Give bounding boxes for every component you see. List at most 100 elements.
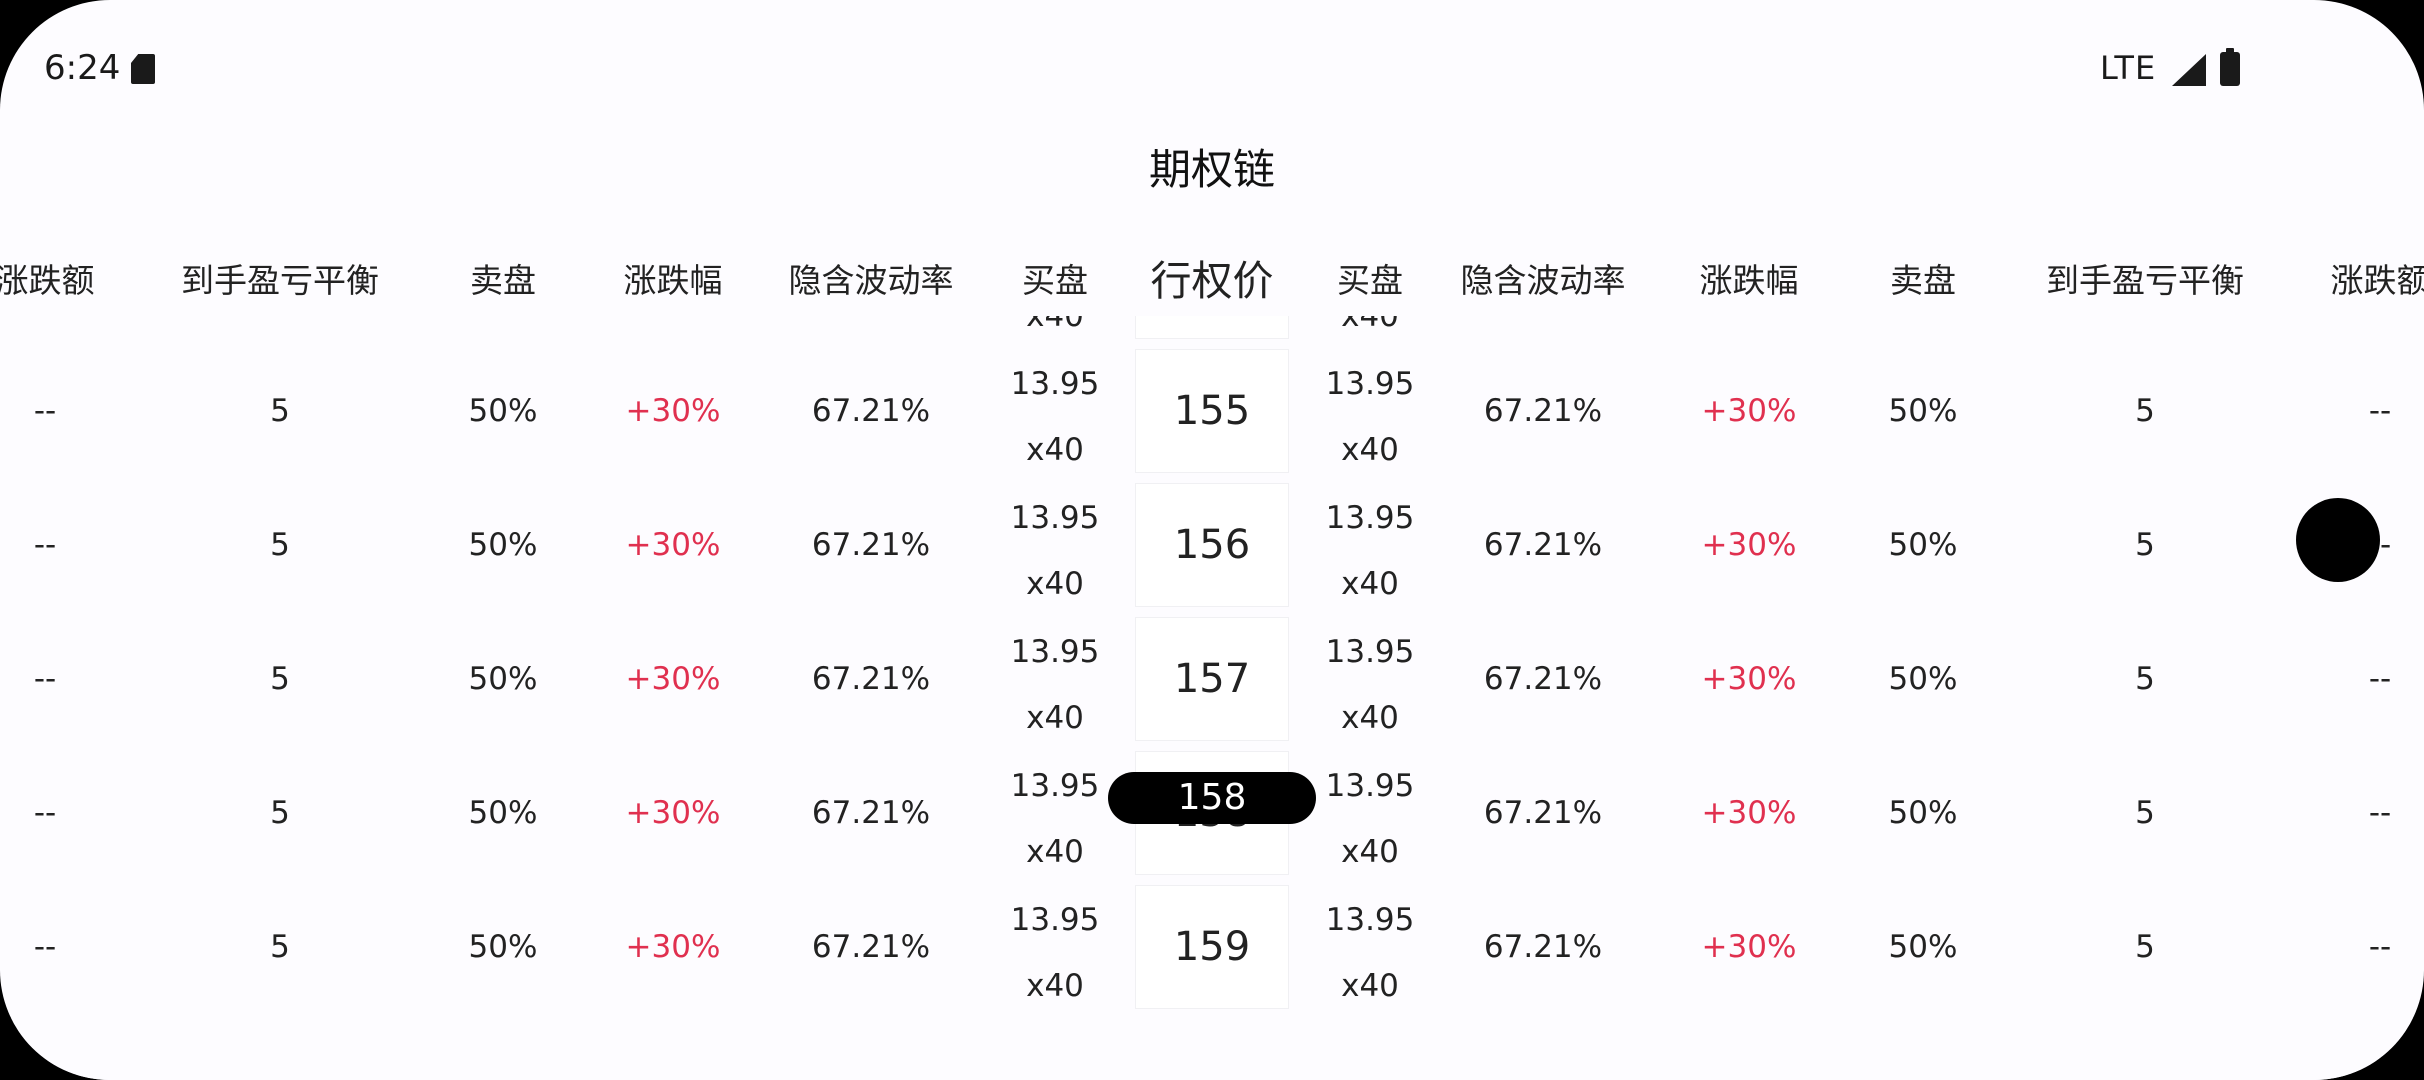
col-left-iv[interactable]: 隐含波动率	[789, 246, 954, 316]
call-change-pct: +30%	[625, 929, 721, 965]
option-chain-table[interactable]: 涨跌额 到手盈亏平衡 卖盘 涨跌幅 隐含波动率 买盘 行权价 买盘 隐含波动率 …	[0, 228, 2424, 1018]
put-bid-cell[interactable]: 13.95x40	[1305, 746, 1435, 880]
put-breakeven: 5	[2135, 929, 2155, 965]
table-row[interactable]: -- 5 50% +30% 67.21% 13.95 x40 159 13.95 x40 67.21…	[0, 880, 2424, 1014]
call-breakeven: 5	[270, 929, 290, 965]
put-change: --	[2369, 316, 2391, 344]
col-left-change[interactable]: 涨跌额	[0, 246, 95, 316]
bid-quantity: x40	[1026, 566, 1084, 602]
put-ask[interactable]: 50%	[1889, 478, 1958, 612]
bid-quantity: x40	[1341, 834, 1399, 870]
call-iv: 67.21%	[812, 316, 930, 344]
call-change-pct: +30%	[625, 393, 721, 429]
signal-icon	[2172, 54, 2206, 86]
col-right-pct[interactable]: 涨跌幅	[1700, 246, 1799, 316]
put-bid-cell[interactable]: 13.95x40	[1305, 880, 1435, 1014]
col-left-ask[interactable]: 卖盘	[470, 246, 536, 316]
call-change: --	[33, 393, 57, 429]
bid-quantity: x40	[1341, 316, 1399, 334]
table-row[interactable]: -- 5 50% +30% 67.21% 13.95 x40 157 13.95 x40 67.21…	[0, 612, 2424, 746]
put-bid-cell[interactable]: 13.95x40	[1305, 316, 1435, 344]
col-left-pct[interactable]: 涨跌幅	[624, 246, 723, 316]
call-change-pct: +30%	[625, 795, 721, 831]
table-row[interactable]: -- 5 50% +30% 67.21% 13.95 x40 156 13.95 x40 67.21…	[0, 478, 2424, 612]
col-left-breakeven[interactable]: 到手盈亏平衡	[181, 246, 379, 316]
bid-price: 13.95	[1010, 768, 1100, 804]
col-right-iv[interactable]: 隐含波动率	[1461, 246, 1626, 316]
col-right-bid[interactable]: 买盘	[1337, 246, 1403, 316]
put-iv: 67.21%	[1483, 527, 1603, 563]
put-breakeven: 5	[2135, 661, 2155, 697]
table-row[interactable]: -- 5 50% +30% 67.21% 13.95 x40 155 13.95 x40 67.21…	[0, 344, 2424, 478]
col-right-breakeven[interactable]: 到手盈亏平衡	[2046, 246, 2244, 316]
sd-card-icon	[131, 54, 155, 84]
floating-action-dot[interactable]	[2296, 498, 2380, 582]
put-change: --	[2368, 393, 2392, 429]
strike-price[interactable]: 155	[1174, 344, 1250, 478]
page-title: 期权链	[1148, 145, 1275, 194]
battery-icon	[2220, 48, 2240, 86]
col-strike[interactable]: 行权价	[1151, 246, 1274, 316]
col-left-bid[interactable]: 买盘	[1022, 246, 1088, 316]
bid-price: 13.95	[1325, 634, 1415, 670]
bid-quantity: x40	[1026, 834, 1084, 870]
call-iv: 67.21%	[811, 795, 931, 831]
table-row[interactable]: -- 5 50% +30% 67.21% 13.95x40 154 13.95x40 67.21…	[0, 316, 2424, 344]
current-price-indicator[interactable]: 158	[1108, 772, 1316, 824]
call-ask[interactable]: 50%	[469, 316, 538, 344]
call-ask[interactable]: 50%	[469, 478, 538, 612]
put-ask[interactable]: 50%	[1889, 880, 1958, 1014]
call-change-pct: +30%	[625, 527, 721, 563]
call-ask[interactable]: 50%	[469, 880, 538, 1014]
bid-price: 13.95	[1010, 634, 1100, 670]
table-body[interactable]: -- 5 50% +30% 67.21% 13.95 x40 154 13.95 x40 67.21…	[0, 316, 2424, 1018]
put-ask[interactable]: 50%	[1889, 612, 1958, 746]
phone-screen: 6:24 LTE 期权链 涨跌额 到手盈亏平衡 卖盘 涨跌幅 隐含波动率 买盘 …	[0, 0, 2424, 1080]
put-breakeven: 5	[2135, 316, 2155, 344]
put-ask[interactable]: 50%	[1889, 316, 1958, 344]
put-bid-cell[interactable]: 13.95x40	[1305, 344, 1435, 478]
put-bid-cell[interactable]: 13.95 x40	[1305, 478, 1435, 612]
table-header: 涨跌额 到手盈亏平衡 卖盘 涨跌幅 隐含波动率 买盘 行权价 买盘 隐含波动率 …	[0, 246, 2424, 316]
call-breakeven: 5	[270, 527, 290, 563]
call-ask[interactable]: 50%	[469, 612, 538, 746]
bid-price: 13.95	[1325, 902, 1415, 938]
put-breakeven: 5	[2135, 393, 2155, 429]
call-bid-cell[interactable]: 13.95x40	[990, 478, 1120, 612]
put-bid-cell[interactable]: 13.95x40	[1305, 612, 1435, 746]
call-iv: 67.21%	[811, 393, 931, 429]
call-bid-cell[interactable]: 13.95 x40	[990, 746, 1120, 880]
put-change: --	[2368, 661, 2392, 697]
call-ask[interactable]: 50%	[469, 344, 538, 478]
bid-price: 13.95	[1325, 500, 1415, 536]
call-change: --	[33, 527, 57, 563]
strike-price[interactable]: 154	[1174, 316, 1250, 344]
col-right-ask[interactable]: 卖盘	[1890, 246, 1956, 316]
call-breakeven: 5	[270, 661, 290, 697]
put-ask[interactable]: 50%	[1889, 344, 1958, 478]
col-right-change[interactable]: 涨跌额	[2331, 246, 2424, 316]
call-bid-cell[interactable]: 13.95x40	[990, 344, 1120, 478]
bid-quantity: x40	[1341, 566, 1399, 602]
call-bid-cell[interactable]: 13.95x40	[990, 612, 1120, 746]
put-change-pct: +30%	[1701, 929, 1797, 965]
call-iv: 67.21%	[811, 527, 931, 563]
call-change: --	[33, 929, 57, 965]
call-change: --	[34, 316, 56, 344]
call-bid-cell[interactable]: 13.95x40	[990, 316, 1120, 344]
call-breakeven: 5	[270, 795, 290, 831]
put-ask[interactable]: 50%	[1889, 746, 1958, 880]
put-change-pct: +30%	[1701, 393, 1797, 429]
put-iv: 67.21%	[1483, 661, 1603, 697]
strike-price[interactable]: 157	[1174, 612, 1250, 746]
call-change-pct: +30%	[626, 316, 721, 344]
put-iv: 67.21%	[1483, 929, 1603, 965]
call-ask[interactable]: 50%	[469, 746, 538, 880]
strike-price[interactable]: 156	[1174, 478, 1250, 612]
call-bid-cell[interactable]: 13.95x40	[990, 880, 1120, 1014]
put-iv: 67.21%	[1484, 316, 1602, 344]
strike-price[interactable]: 159	[1174, 880, 1250, 1014]
put-change-pct: +30%	[1701, 527, 1797, 563]
put-change-pct: +30%	[1701, 661, 1797, 697]
bid-price: 13.95	[1010, 366, 1100, 402]
